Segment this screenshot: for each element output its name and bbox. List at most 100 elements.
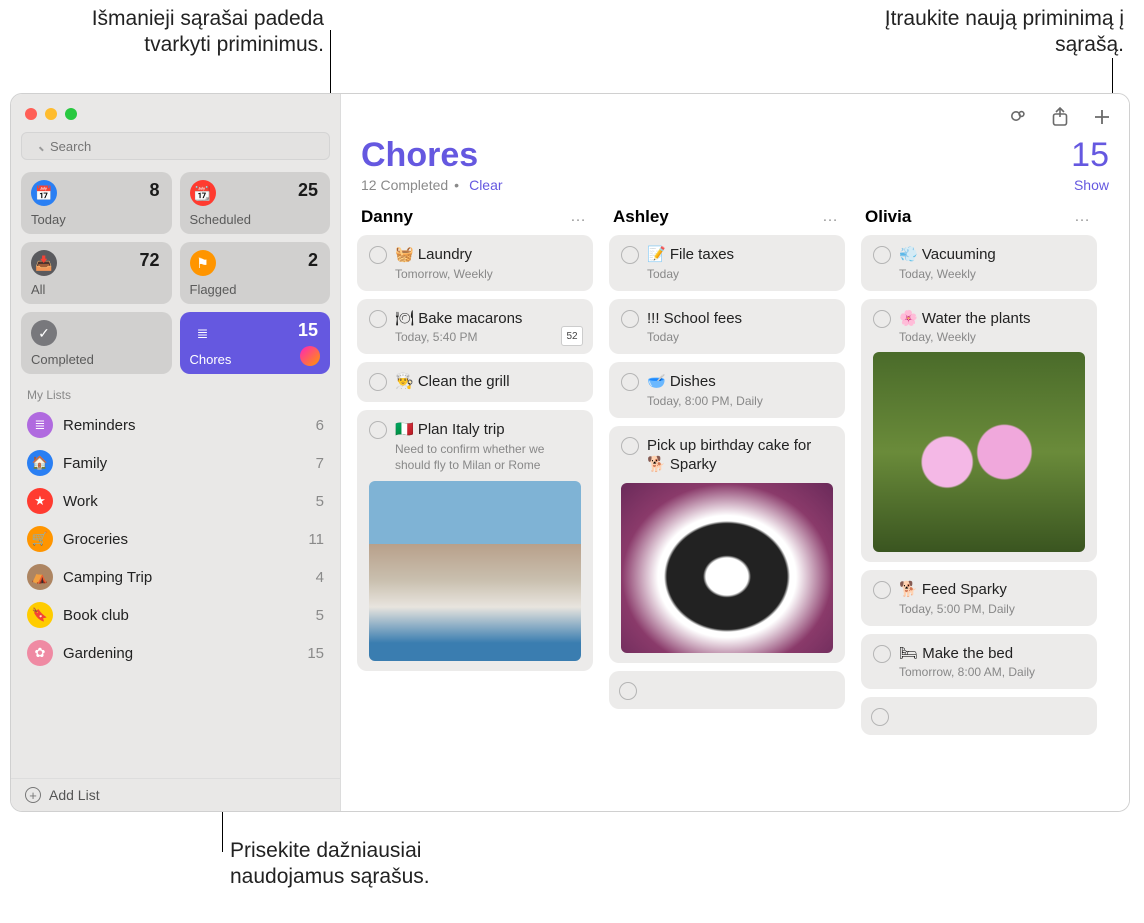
smart-card-today[interactable]: 📅8Today: [21, 172, 172, 234]
reminder-title: 🌸 Water the plants: [899, 309, 1031, 329]
smart-count: 15: [298, 320, 318, 341]
complete-radio[interactable]: [621, 246, 639, 264]
list-item-groceries[interactable]: 🛒Groceries11: [11, 520, 340, 558]
clear-link[interactable]: Clear: [469, 177, 502, 193]
complete-radio[interactable]: [369, 246, 387, 264]
reminder-title: 💨 Vacuuming: [899, 245, 996, 265]
list-count: 6: [316, 417, 324, 434]
reminder-card[interactable]: 🌸 Water the plantsToday, Weekly: [861, 299, 1097, 563]
calendar-badge: 52: [561, 326, 583, 346]
list-name: Groceries: [63, 531, 298, 548]
reminder-card[interactable]: 🥣 DishesToday, 8:00 PM, Daily: [609, 362, 845, 418]
reminder-card[interactable]: 🐕 Feed SparkyToday, 5:00 PM, Daily: [861, 570, 1097, 626]
complete-radio[interactable]: [873, 581, 891, 599]
reminder-image: [369, 481, 581, 661]
complete-radio[interactable]: [621, 310, 639, 328]
smart-label: Scheduled: [190, 212, 321, 227]
list-count: 5: [316, 493, 324, 510]
reminder-title: 🧺 Laundry: [395, 245, 472, 265]
list-icon: ⛺: [27, 564, 53, 590]
main-pane: Chores 15 12 Completed • Clear Show Dann…: [341, 94, 1129, 811]
smart-card-flagged[interactable]: ⚑2Flagged: [180, 242, 331, 304]
list-count: 11: [308, 531, 324, 548]
list-item-camping-trip[interactable]: ⛺Camping Trip4: [11, 558, 340, 596]
reminder-title: Pick up birthday cake for 🐕 Sparky: [647, 436, 833, 475]
reminder-card[interactable]: 👨‍🍳 Clean the grill: [357, 362, 593, 402]
list-count: 5: [316, 607, 324, 624]
list-icon: 🏠: [27, 450, 53, 476]
column-menu-icon[interactable]: …: [570, 208, 587, 226]
smart-label: Today: [31, 212, 162, 227]
column-menu-icon[interactable]: …: [1074, 208, 1091, 226]
smart-card-chores[interactable]: ≣15Chores: [180, 312, 331, 374]
reminder-title: 🛏 Make the bed: [899, 644, 1013, 664]
empty-reminder-card[interactable]: [609, 671, 845, 709]
complete-radio[interactable]: [873, 246, 891, 264]
minimize-button[interactable]: [45, 108, 57, 120]
smart-card-all[interactable]: 📥72All: [21, 242, 172, 304]
reminder-card[interactable]: Pick up birthday cake for 🐕 Sparky: [609, 426, 845, 663]
reminder-card[interactable]: 🍽 Bake macaronsToday, 5:40 PM52: [357, 299, 593, 355]
reminder-card[interactable]: 🛏 Make the bedTomorrow, 8:00 AM, Daily: [861, 634, 1097, 690]
column-menu-icon[interactable]: …: [822, 208, 839, 226]
list-item-reminders[interactable]: ≣Reminders6: [11, 406, 340, 444]
complete-radio[interactable]: [871, 708, 889, 726]
smart-card-scheduled[interactable]: 📆25Scheduled: [180, 172, 331, 234]
reminder-image: [873, 352, 1085, 552]
complete-radio[interactable]: [369, 310, 387, 328]
add-list-button[interactable]: + Add List: [11, 778, 340, 811]
reminder-note: Need to confirm whether we should fly to…: [395, 441, 581, 473]
reminder-title: !!! School fees: [647, 309, 742, 329]
maximize-button[interactable]: [65, 108, 77, 120]
column-title: Olivia: [865, 207, 1074, 227]
search-input[interactable]: [21, 132, 330, 160]
window-controls: [11, 94, 340, 126]
add-reminder-button[interactable]: [1091, 106, 1113, 128]
reminder-card[interactable]: 📝 File taxesToday: [609, 235, 845, 291]
column-olivia: Olivia…💨 VacuumingToday, Weekly🌸 Water t…: [861, 203, 1097, 811]
reminder-card[interactable]: 💨 VacuumingToday, Weekly: [861, 235, 1097, 291]
show-link[interactable]: Show: [1074, 177, 1109, 193]
reminder-subtitle: Today, 5:00 PM, Daily: [899, 602, 1085, 616]
reminder-subtitle: Today, Weekly: [899, 330, 1085, 344]
list-name: Gardening: [63, 645, 297, 662]
all-icon: 📥: [31, 250, 57, 276]
complete-radio[interactable]: [873, 645, 891, 663]
flagged-icon: ⚑: [190, 250, 216, 276]
close-button[interactable]: [25, 108, 37, 120]
reminder-card[interactable]: 🇮🇹 Plan Italy tripNeed to confirm whethe…: [357, 410, 593, 672]
share-icon[interactable]: [1049, 106, 1071, 128]
smart-card-completed[interactable]: ✓Completed: [21, 312, 172, 374]
list-item-gardening[interactable]: ✿ Gardening 15: [11, 634, 340, 672]
reminder-subtitle: Today: [647, 330, 833, 344]
empty-reminder-card[interactable]: [861, 697, 1097, 735]
list-item-book-club[interactable]: 🔖Book club5: [11, 596, 340, 634]
list-item-work[interactable]: ★ Work 5: [11, 482, 340, 520]
columns-container: Danny…🧺 LaundryTomorrow, Weekly🍽 Bake ma…: [341, 203, 1129, 811]
smart-count: 2: [308, 250, 318, 271]
app-window: 📅8Today📆25Scheduled📥72All⚑2Flagged✓Compl…: [10, 93, 1130, 812]
completed-count: 12 Completed: [361, 177, 448, 193]
list-name: Work: [63, 493, 306, 510]
collaborate-icon[interactable]: [1007, 106, 1029, 128]
complete-radio[interactable]: [621, 437, 639, 455]
complete-radio[interactable]: [619, 682, 637, 700]
column-ashley: Ashley…📝 File taxesToday!!! School feesT…: [609, 203, 845, 811]
complete-radio[interactable]: [873, 310, 891, 328]
scheduled-icon: 📆: [190, 180, 216, 206]
list-count: 7: [316, 455, 324, 472]
list-count: 15: [307, 645, 324, 662]
my-lists-header: My Lists: [11, 374, 340, 406]
reminder-card[interactable]: 🧺 LaundryTomorrow, Weekly: [357, 235, 593, 291]
complete-radio[interactable]: [369, 373, 387, 391]
reminder-title: 🇮🇹 Plan Italy trip: [395, 420, 505, 440]
complete-radio[interactable]: [369, 421, 387, 439]
list-icon: ✿: [27, 640, 53, 666]
list-icon: ★: [27, 488, 53, 514]
callout-pin-lists: Prisekite dažniausiai naudojamus sąrašus…: [230, 838, 490, 891]
reminder-subtitle: Today, 8:00 PM, Daily: [647, 394, 833, 408]
smart-count: 72: [139, 250, 159, 271]
list-item-family[interactable]: 🏠Family7: [11, 444, 340, 482]
reminder-card[interactable]: !!! School feesToday: [609, 299, 845, 355]
complete-radio[interactable]: [621, 373, 639, 391]
